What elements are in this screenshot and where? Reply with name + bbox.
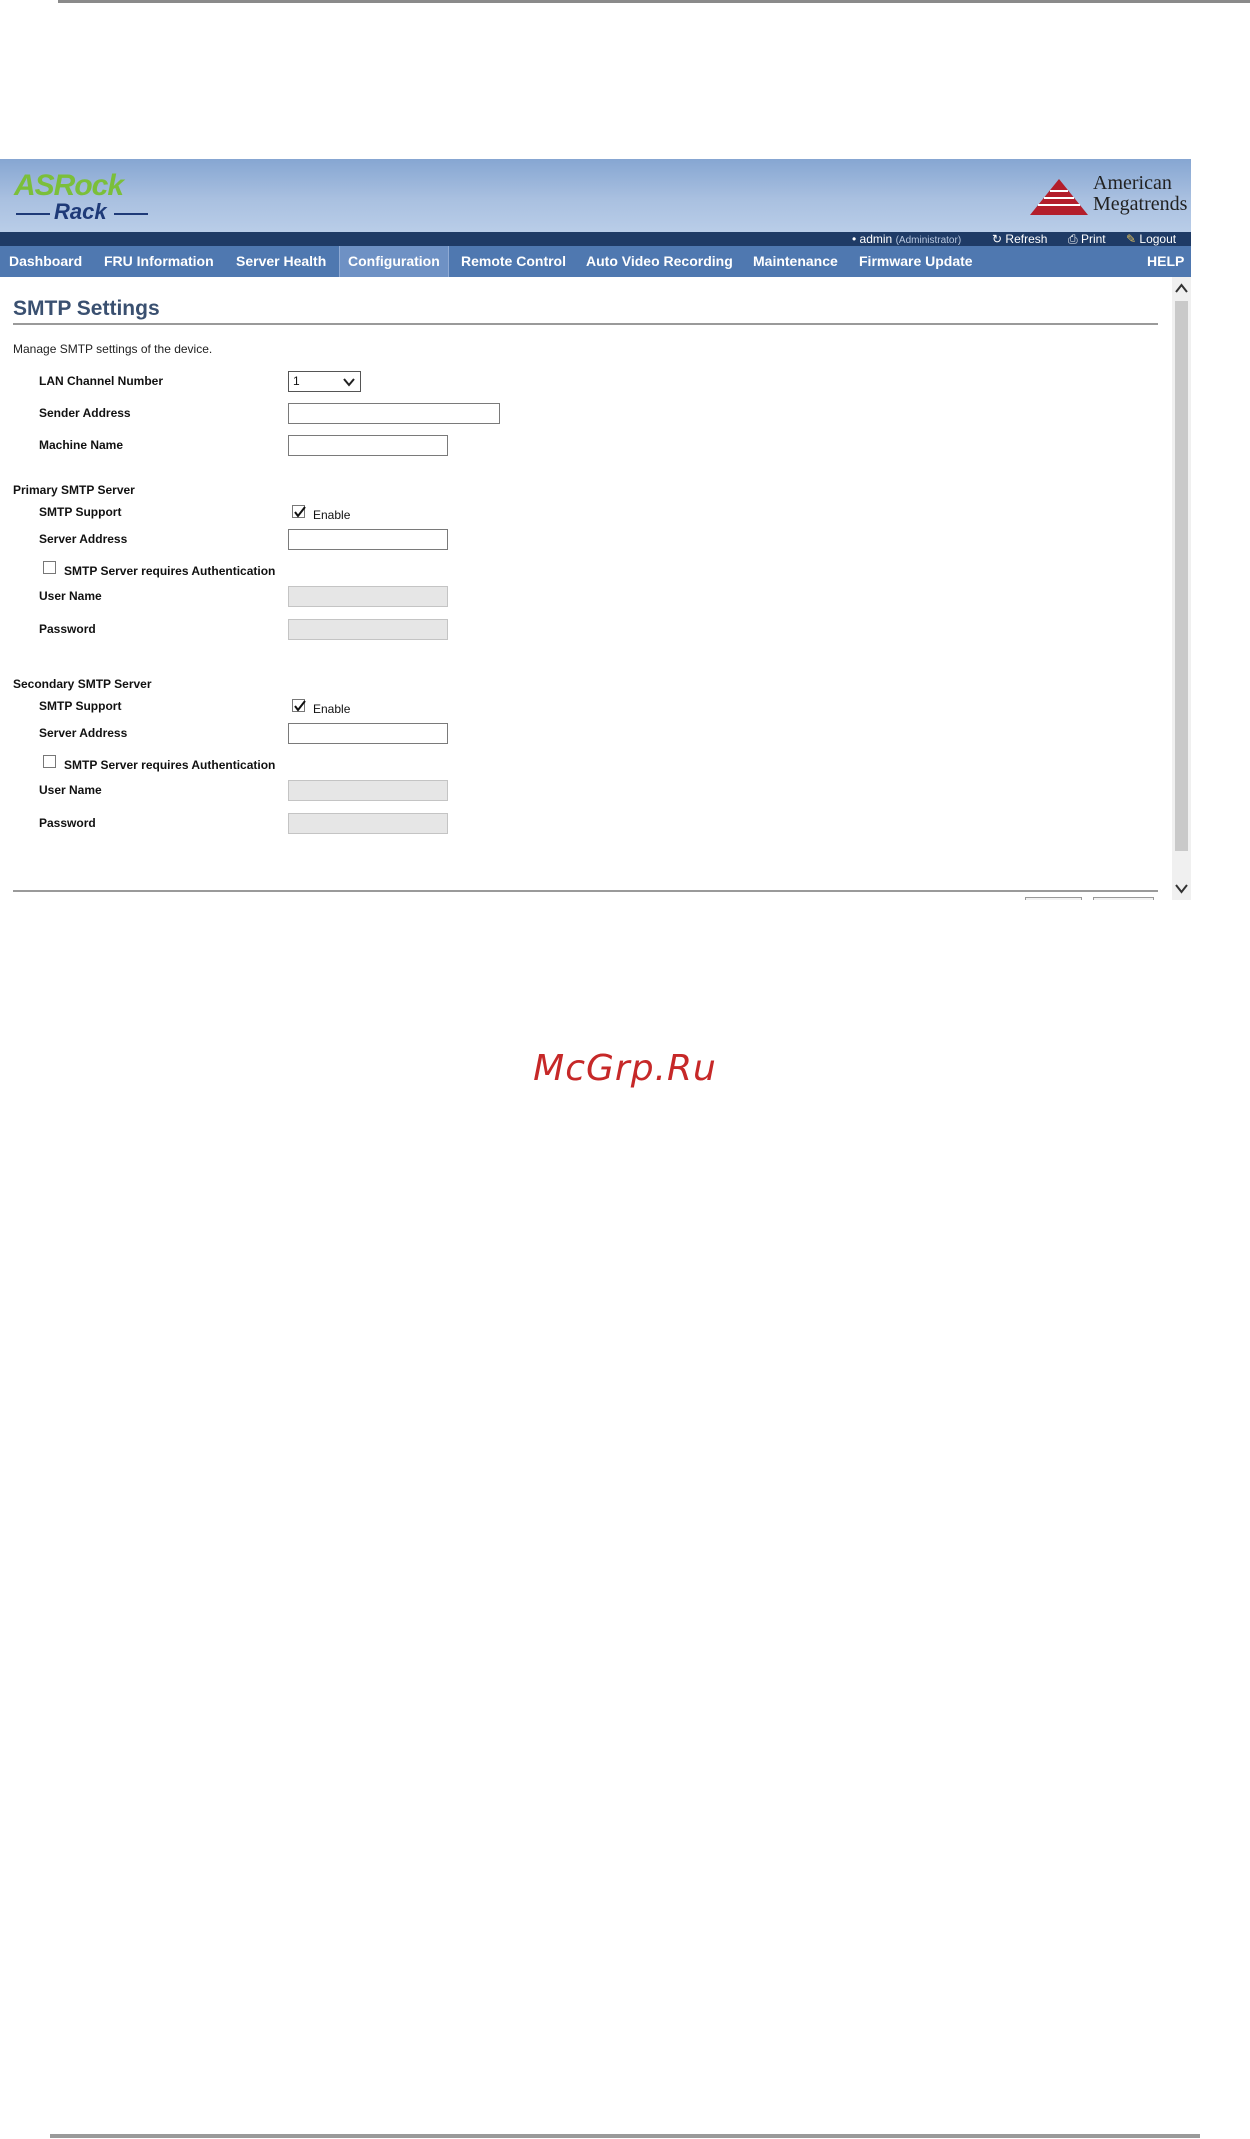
logout-icon: ✎ — [1126, 232, 1137, 246]
brand-bottom: Rack — [54, 199, 107, 224]
watermark-text: McGrp.Ru — [533, 1048, 717, 1089]
refresh-label: Refresh — [1005, 232, 1048, 246]
nav-configuration[interactable]: Configuration — [339, 246, 449, 277]
header-banner: ASRock Rack American Megatrends — [0, 159, 1191, 232]
page-top-rule — [58, 0, 1250, 3]
nav-maintenance[interactable]: Maintenance — [745, 246, 846, 277]
user-name: admin — [859, 232, 893, 246]
content-panel: SMTP Settings Manage SMTP settings of th… — [0, 277, 1170, 900]
primary-user-name-input[interactable] — [288, 586, 448, 607]
logout-label: Logout — [1139, 232, 1177, 246]
sender-address-label: Sender Address — [39, 406, 131, 420]
main-nav: Dashboard FRU Information Server Health … — [0, 246, 1191, 277]
logo-line-right — [114, 213, 148, 215]
vendor-line-2: Megatrends — [1093, 193, 1188, 215]
ami-triangle-icon — [1030, 179, 1088, 215]
bullet-icon: • — [852, 232, 857, 246]
scroll-up-icon[interactable] — [1172, 277, 1191, 299]
primary-auth-label: SMTP Server requires Authentication — [64, 564, 276, 578]
print-link[interactable]: ⎙ Print — [1068, 232, 1106, 246]
lan-channel-select[interactable]: 1 — [288, 371, 361, 392]
primary-password-label: Password — [39, 622, 96, 636]
secondary-user-name-input[interactable] — [288, 780, 448, 801]
primary-auth-checkbox[interactable] — [43, 561, 56, 574]
page-bottom-rule — [50, 2134, 1200, 2138]
lan-channel-value: 1 — [293, 374, 300, 388]
nav-auto-video-recording[interactable]: Auto Video Recording — [578, 246, 741, 277]
ami-logo: American Megatrends — [1028, 173, 1188, 221]
chevron-down-icon — [343, 378, 355, 387]
nav-fru-information[interactable]: FRU Information — [96, 246, 222, 277]
sender-address-input[interactable] — [288, 403, 500, 424]
logo-line-left — [16, 213, 50, 215]
ami-wordmark: American Megatrends — [1093, 173, 1187, 215]
secondary-password-label: Password — [39, 816, 96, 830]
checkmark-icon — [294, 506, 306, 518]
scroll-down-icon[interactable] — [1172, 878, 1191, 900]
nav-help[interactable]: HELP — [1139, 246, 1191, 277]
secondary-password-input[interactable] — [288, 813, 448, 834]
secondary-smtp-support-label: SMTP Support — [39, 699, 122, 713]
user-role: (Administrator) — [895, 235, 962, 246]
page-description: Manage SMTP settings of the device. — [13, 342, 213, 356]
vertical-scrollbar[interactable] — [1172, 277, 1191, 900]
save-button[interactable] — [1025, 897, 1082, 900]
bottom-divider — [13, 890, 1158, 892]
status-bar: • admin (Administrator) ↻ Refresh ⎙ Prin… — [0, 232, 1191, 246]
secondary-server-address-input[interactable] — [288, 723, 448, 744]
nav-server-health[interactable]: Server Health — [228, 246, 334, 277]
nav-remote-control[interactable]: Remote Control — [453, 246, 574, 277]
reset-button[interactable] — [1093, 897, 1154, 900]
vendor-line-1: American — [1093, 172, 1172, 194]
secondary-user-name-label: User Name — [39, 783, 102, 797]
primary-enable-label: Enable — [313, 508, 351, 522]
logout-link[interactable]: ✎ Logout — [1126, 232, 1176, 246]
refresh-icon: ↻ — [992, 232, 1003, 246]
nav-firmware-update[interactable]: Firmware Update — [851, 246, 981, 277]
secondary-enable-checkbox[interactable] — [292, 699, 306, 712]
asrock-rack-logo: ASRock Rack — [14, 169, 164, 227]
secondary-auth-label: SMTP Server requires Authentication — [64, 758, 276, 772]
bmc-web-ui: ASRock Rack American Megatrends • admin … — [0, 159, 1191, 900]
refresh-link[interactable]: ↻ Refresh — [992, 232, 1047, 246]
secondary-server-address-label: Server Address — [39, 726, 128, 740]
print-label: Print — [1080, 232, 1106, 246]
primary-enable-checkbox[interactable] — [292, 505, 306, 518]
primary-password-input[interactable] — [288, 619, 448, 640]
primary-section-label: Primary SMTP Server — [13, 483, 135, 497]
primary-user-name-label: User Name — [39, 589, 102, 603]
page-title: SMTP Settings — [13, 297, 160, 320]
secondary-enable-label: Enable — [313, 702, 351, 716]
secondary-section-label: Secondary SMTP Server — [13, 677, 152, 691]
lan-channel-label: LAN Channel Number — [39, 374, 164, 388]
primary-server-address-input[interactable] — [288, 529, 448, 550]
scroll-thumb[interactable] — [1175, 301, 1188, 851]
primary-smtp-support-label: SMTP Support — [39, 505, 122, 519]
nav-dashboard[interactable]: Dashboard — [1, 246, 90, 277]
secondary-auth-checkbox[interactable] — [43, 755, 56, 768]
print-icon: ⎙ — [1068, 232, 1078, 246]
checkmark-icon — [294, 700, 306, 712]
primary-server-address-label: Server Address — [39, 532, 128, 546]
brand-top: ASRock — [14, 169, 124, 202]
machine-name-label: Machine Name — [39, 438, 124, 452]
title-divider — [13, 323, 1158, 325]
machine-name-input[interactable] — [288, 435, 448, 456]
